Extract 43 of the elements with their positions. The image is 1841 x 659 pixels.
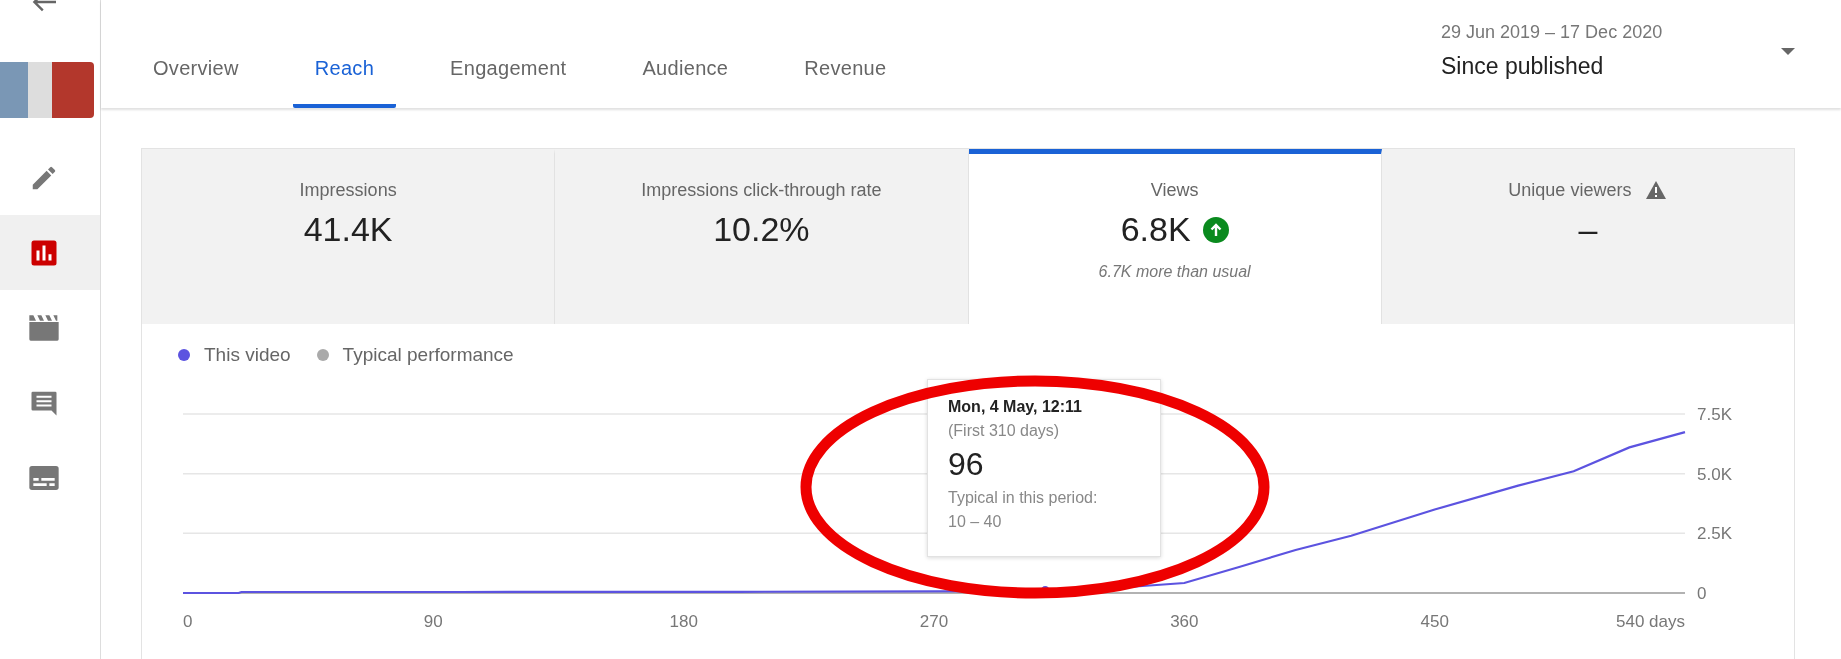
comparison-note: 6.7K more than usual <box>1098 263 1251 281</box>
metric-title: Impressions <box>299 179 397 201</box>
analytics-nav-item[interactable] <box>0 215 100 290</box>
x-axis-label: 180 <box>669 612 698 631</box>
analytics-tab[interactable]: Overview <box>131 57 261 108</box>
legend-label: This video <box>204 344 291 366</box>
clapperboard-icon <box>28 313 60 342</box>
y-axis-label: 5.0K <box>1697 464 1732 484</box>
metric-value: 41.4K <box>303 210 393 249</box>
x-axis-label: 360 <box>1170 612 1199 631</box>
metric-title: Views <box>1150 179 1199 201</box>
metric-value: 10.2% <box>713 210 810 249</box>
analytics-tab[interactable]: Reach <box>292 57 397 108</box>
x-axis-label: 270 <box>919 612 949 631</box>
date-range-dropdown[interactable]: 29 Jun 2019 – 17 Dec 2020 Since published <box>1417 0 1841 108</box>
metric-value: – <box>1578 210 1598 249</box>
analytics-tab[interactable]: Audience <box>620 57 751 108</box>
caret-icon <box>1781 48 1795 56</box>
warning-icon <box>1645 180 1668 200</box>
metric-card[interactable]: Impressions click-through rate 10.2% <box>555 149 969 324</box>
y-axis-label: 7.5K <box>1697 405 1732 424</box>
metric-value: 6.8K <box>1120 210 1191 249</box>
metric-title: Impressions click-through rate <box>641 179 882 201</box>
tooltip-typical-range: 10 – 40 <box>948 513 1003 531</box>
tooltip-typical-label: Typical in this period: <box>948 489 1099 507</box>
tooltip-date: Mon, 4 May, 12:11 <box>948 398 1083 416</box>
metric-card[interactable]: Unique viewers – <box>1381 149 1794 324</box>
x-axis-label: 0 <box>183 612 193 631</box>
x-axis-label: 540 days <box>1616 612 1685 631</box>
legend-label: Typical performance <box>342 344 514 366</box>
x-axis-label: 90 <box>423 612 443 631</box>
tooltip-value: 96 <box>948 446 985 483</box>
analytics-tab[interactable]: Engagement <box>428 57 589 108</box>
analytics-tab[interactable]: Revenue <box>782 57 909 108</box>
y-axis-label: 2.5K <box>1697 524 1732 544</box>
metric-card[interactable]: Impressions 41.4K <box>142 149 556 324</box>
video-thumbnail-placeholder[interactable] <box>0 62 94 118</box>
subtitles-icon <box>28 463 60 492</box>
tooltip-period: (First 310 days) <box>948 422 1061 440</box>
y-axis-label: 0 <box>1697 584 1707 603</box>
x-axis-label: 450 <box>1420 612 1449 631</box>
metric-card[interactable]: Views 6.8K 6.7K more than usual <box>968 149 1382 324</box>
metric-title: Unique viewers <box>1508 179 1632 201</box>
